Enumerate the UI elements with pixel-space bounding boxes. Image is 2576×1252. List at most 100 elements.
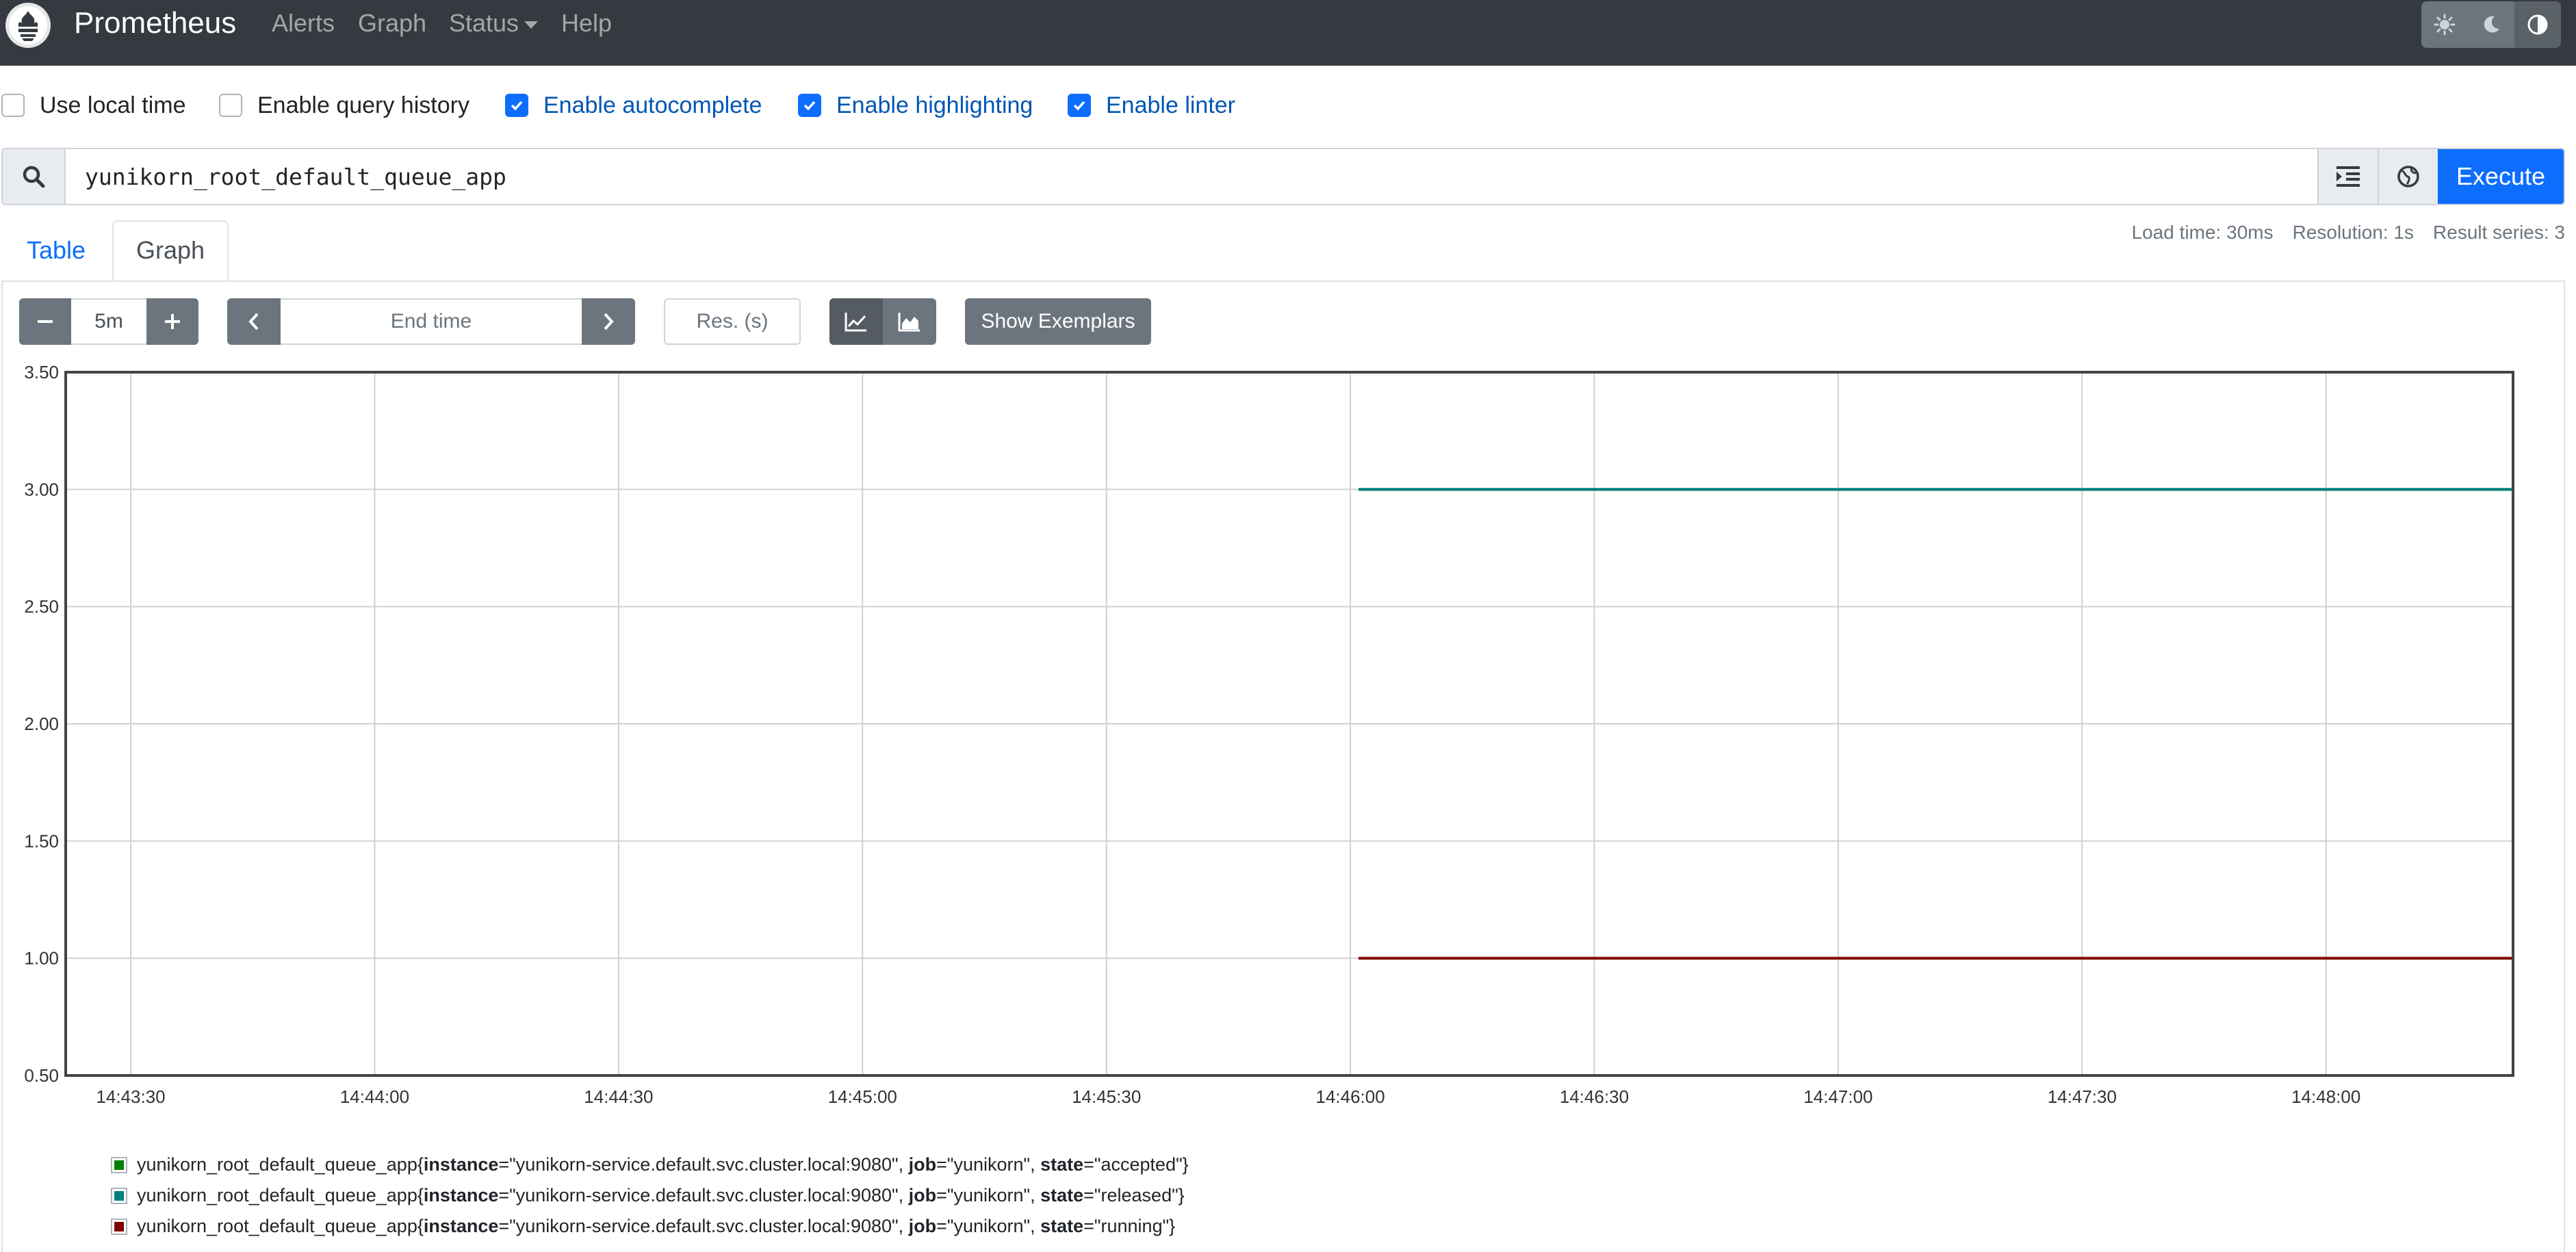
range-control: 5m bbox=[19, 298, 198, 345]
chevron-right-icon bbox=[604, 313, 614, 330]
enable-query-history-checkbox[interactable] bbox=[219, 94, 242, 117]
legend-swatch bbox=[111, 1218, 127, 1235]
end-time-control: End time bbox=[227, 298, 635, 345]
x-tick-label: 14:45:30 bbox=[1072, 1086, 1141, 1107]
option-enable-autocomplete[interactable]: Enable autocomplete bbox=[505, 90, 762, 120]
option-enable-query-history[interactable]: Enable query history bbox=[219, 90, 469, 120]
search-icon bbox=[3, 149, 66, 204]
stack-toggle bbox=[829, 298, 936, 345]
y-tick-label: 3.50 bbox=[24, 362, 59, 382]
resolution: Resolution: 1s bbox=[2292, 222, 2414, 243]
nav-alerts[interactable]: Alerts bbox=[272, 8, 335, 38]
unstacked-line-button[interactable] bbox=[829, 298, 883, 345]
decrease-range-button[interactable] bbox=[19, 298, 71, 345]
x-tick-label: 14:46:00 bbox=[1315, 1086, 1384, 1107]
tab-table[interactable]: Table bbox=[3, 220, 110, 281]
x-tick-label: 14:44:30 bbox=[584, 1086, 653, 1107]
enable-highlighting-label[interactable]: Enable highlighting bbox=[836, 92, 1033, 119]
option-enable-highlighting[interactable]: Enable highlighting bbox=[798, 90, 1033, 120]
format-expression-button[interactable] bbox=[2317, 149, 2378, 204]
contrast-icon bbox=[2527, 14, 2548, 35]
moon-icon bbox=[2484, 16, 2499, 33]
nav-status-label: Status bbox=[449, 9, 519, 37]
plus-icon bbox=[165, 314, 180, 329]
use-local-time-checkbox[interactable] bbox=[1, 94, 25, 117]
area-chart-icon bbox=[898, 313, 920, 332]
metrics-explorer-button[interactable] bbox=[2378, 149, 2438, 204]
enable-linter-checkbox[interactable] bbox=[1068, 94, 1091, 117]
prometheus-logo-icon[interactable] bbox=[5, 3, 51, 48]
option-enable-linter[interactable]: Enable linter bbox=[1068, 90, 1235, 120]
enable-autocomplete-checkbox[interactable] bbox=[505, 94, 528, 117]
checkmark-icon bbox=[803, 101, 816, 111]
stacked-area-button[interactable] bbox=[883, 298, 936, 345]
legend-item[interactable]: yunikorn_root_default_queue_app{instance… bbox=[111, 1180, 1189, 1211]
legend-label: yunikorn_root_default_queue_app{instance… bbox=[137, 1154, 1189, 1175]
x-tick-label: 14:45:00 bbox=[828, 1086, 897, 1107]
theme-switcher bbox=[2421, 1, 2561, 48]
x-tick-label: 14:47:00 bbox=[1803, 1086, 1872, 1107]
minus-icon bbox=[38, 320, 53, 323]
theme-auto-button[interactable] bbox=[2514, 1, 2561, 48]
indent-icon bbox=[2336, 166, 2360, 187]
legend-label: yunikorn_root_default_queue_app{instance… bbox=[137, 1216, 1176, 1236]
expression-input-group: yunikorn_root_default_queue_app Execute bbox=[1, 148, 2565, 205]
nav-status-dropdown[interactable]: Status bbox=[449, 8, 539, 38]
legend-swatch bbox=[111, 1187, 127, 1204]
legend-swatch bbox=[111, 1156, 127, 1173]
x-axis-ticks: 14:43:30 14:44:00 14:44:30 14:45:00 14:45:30… bbox=[96, 1086, 2360, 1107]
graph-chart[interactable]: 0.501.001.502.002.503.003.50 14:43:30 14:… bbox=[0, 356, 2576, 1122]
enable-autocomplete-label[interactable]: Enable autocomplete bbox=[543, 92, 762, 119]
enable-query-history-label[interactable]: Enable query history bbox=[257, 92, 469, 119]
globe-icon bbox=[2397, 166, 2419, 187]
resolution-input[interactable]: Res. (s) bbox=[664, 298, 801, 345]
chevron-left-icon bbox=[248, 313, 259, 330]
range-input[interactable]: 5m bbox=[71, 298, 146, 345]
tab-graph[interactable]: Graph bbox=[112, 220, 229, 281]
query-stats: Load time: 30ms Resolution: 1s Result se… bbox=[2132, 222, 2565, 244]
load-time: Load time: 30ms bbox=[2131, 222, 2274, 243]
checkmark-icon bbox=[511, 101, 523, 111]
y-tick-label: 3.00 bbox=[24, 479, 59, 499]
next-time-button[interactable] bbox=[582, 298, 635, 345]
brand-title[interactable]: Prometheus bbox=[74, 5, 236, 41]
end-time-input[interactable]: End time bbox=[281, 298, 582, 345]
theme-dark-button[interactable] bbox=[2468, 1, 2514, 48]
x-tick-label: 14:48:00 bbox=[2291, 1086, 2360, 1107]
option-use-local-time[interactable]: Use local time bbox=[1, 90, 186, 120]
nav-graph[interactable]: Graph bbox=[358, 8, 426, 38]
y-tick-label: 0.50 bbox=[24, 1065, 59, 1086]
use-local-time-label[interactable]: Use local time bbox=[40, 92, 186, 119]
result-series: Result series: 3 bbox=[2433, 222, 2565, 243]
legend-item[interactable]: yunikorn_root_default_queue_app{instance… bbox=[111, 1211, 1189, 1242]
legend-swatch-color bbox=[114, 1190, 124, 1201]
execute-button[interactable]: Execute bbox=[2438, 149, 2564, 204]
checkmark-icon bbox=[1073, 101, 1085, 111]
y-tick-label: 2.00 bbox=[24, 714, 59, 734]
legend-swatch-color bbox=[114, 1221, 124, 1231]
y-tick-label: 2.50 bbox=[24, 597, 59, 617]
chart-grid bbox=[66, 371, 2513, 1076]
x-tick-label: 14:44:00 bbox=[340, 1086, 409, 1107]
line-chart-icon bbox=[845, 313, 866, 332]
expression-input[interactable]: yunikorn_root_default_queue_app bbox=[66, 149, 2317, 204]
legend-item[interactable]: yunikorn_root_default_queue_app{instance… bbox=[111, 1149, 1189, 1180]
x-tick-label: 14:47:30 bbox=[2048, 1086, 2117, 1107]
legend-label: yunikorn_root_default_queue_app{instance… bbox=[137, 1185, 1185, 1205]
sun-icon bbox=[2434, 14, 2456, 36]
x-tick-label: 14:46:30 bbox=[1560, 1086, 1629, 1107]
theme-light-button[interactable] bbox=[2421, 1, 2468, 48]
enable-highlighting-checkbox[interactable] bbox=[798, 94, 821, 117]
y-axis-ticks: 0.50 1.00 1.50 2.00 2.50 3.00 3.50 bbox=[24, 362, 59, 1086]
legend-swatch-color bbox=[114, 1160, 124, 1170]
top-navbar: Prometheus Alerts Graph Status Help bbox=[0, 0, 2576, 66]
y-tick-label: 1.50 bbox=[24, 831, 59, 851]
enable-linter-label[interactable]: Enable linter bbox=[1106, 92, 1235, 119]
show-exemplars-button[interactable]: Show Exemplars bbox=[965, 298, 1151, 345]
chevron-down-icon bbox=[524, 21, 539, 29]
x-tick-label: 14:43:30 bbox=[96, 1086, 165, 1107]
increase-range-button[interactable] bbox=[146, 298, 198, 345]
series-legend: yunikorn_root_default_queue_app{instance… bbox=[111, 1149, 1189, 1242]
nav-help[interactable]: Help bbox=[561, 8, 612, 38]
previous-time-button[interactable] bbox=[227, 298, 281, 345]
